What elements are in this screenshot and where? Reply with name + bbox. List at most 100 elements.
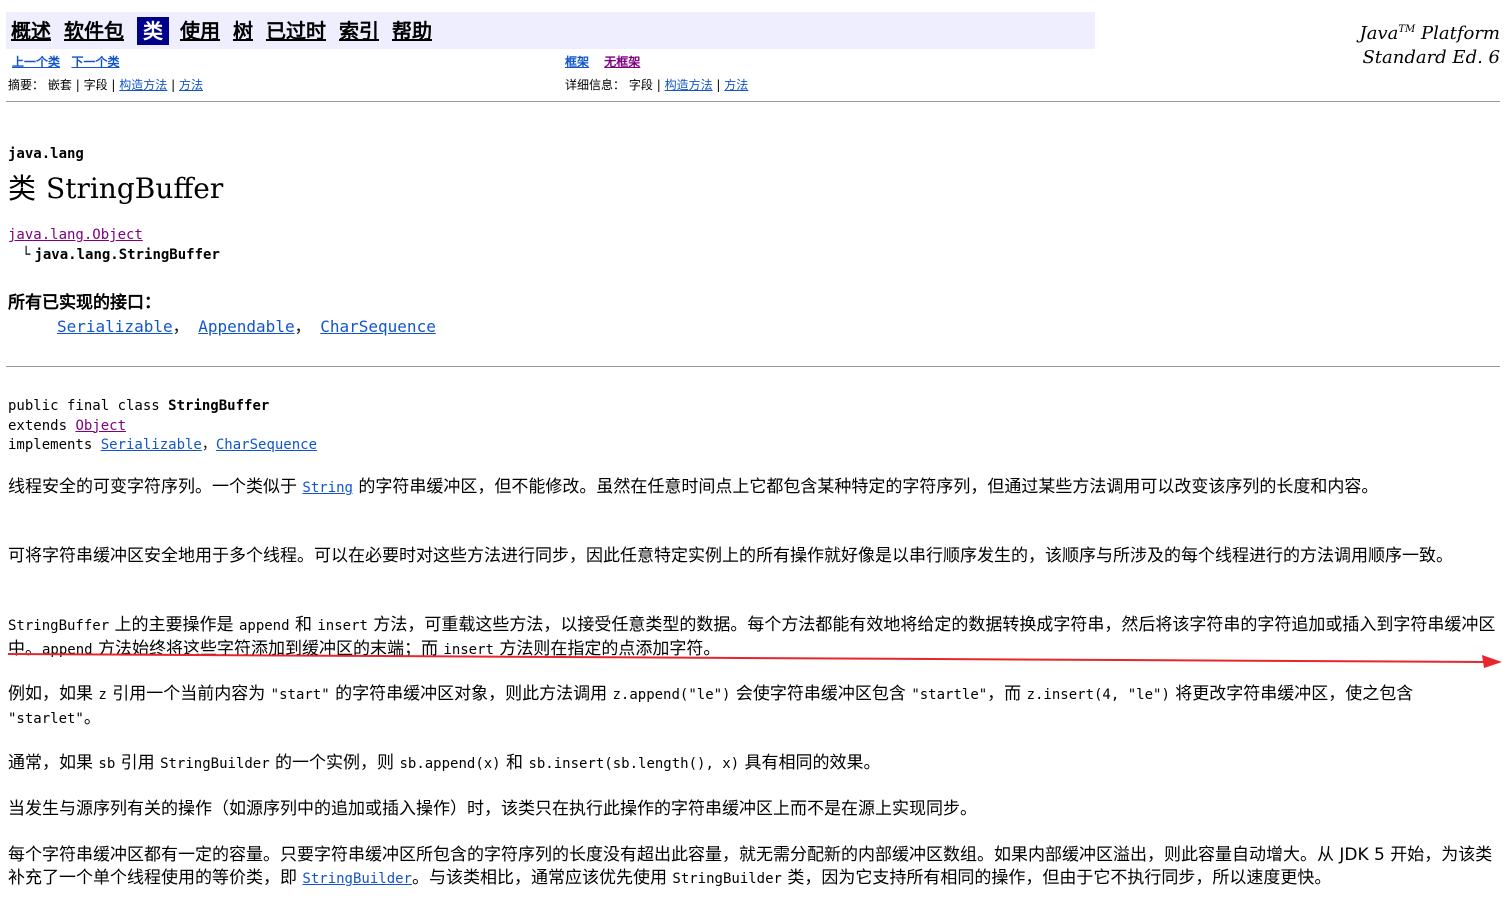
separator: | <box>75 78 80 92</box>
text: 会使字符串缓冲区包含 <box>730 684 912 704</box>
divider-top <box>6 101 1500 102</box>
charsequence-link[interactable]: CharSequence <box>320 317 436 336</box>
sig-implements: implements <box>8 437 101 453</box>
code: StringBuilder <box>672 871 782 887</box>
appendable-link[interactable]: Appendable <box>198 317 294 336</box>
text: 引用一个当前内容为 <box>106 684 271 704</box>
trademark: TM <box>1398 24 1416 35</box>
code: append <box>238 618 290 634</box>
detail-label: 详细信息： <box>565 78 626 92</box>
page-title: 类 StringBuffer <box>8 167 223 207</box>
text: ，而 <box>987 684 1027 704</box>
separator: | <box>716 78 721 92</box>
sig-class-name: StringBuffer <box>168 398 270 414</box>
frames-link[interactable]: 框架 <box>565 55 589 69</box>
summary-nested: 嵌套 <box>47 78 72 92</box>
nav-package[interactable]: 软件包 <box>64 17 124 45</box>
detail-field: 字段 <box>628 78 653 92</box>
text: 具有相同的效果。 <box>739 753 881 773</box>
sig-modifiers: public final class <box>8 398 169 414</box>
code: z.append("le") <box>612 687 731 703</box>
description-paragraph-2: 可将字符串缓冲区安全地用于多个线程。可以在必要时对这些方法进行同步，因此任意特定… <box>8 546 1453 566</box>
code: insert <box>317 618 368 634</box>
summary-field: 字段 <box>83 78 108 92</box>
text: 线程安全的可变字符序列。一个类似于 <box>8 477 303 497</box>
code: sb.insert(sb.length(), x) <box>528 756 740 772</box>
code: sb.append(x) <box>399 756 501 772</box>
text: 。与该类相比，通常应该优先使用 <box>411 868 673 888</box>
summary-nav: 摘要： 嵌套 | 字段 | 构造方法 | 方法 <box>8 76 203 93</box>
summary-constructor-link[interactable]: 构造方法 <box>119 78 167 92</box>
text: 的字符串缓冲区，但不能修改。虽然在任意时间点上它都包含某种特定的字符序列，但通过… <box>352 477 1379 497</box>
stringbuilder-link[interactable]: StringBuilder <box>302 871 412 887</box>
hierarchy-parent: java.lang.Object <box>8 227 143 243</box>
prev-class-link[interactable]: 上一个类 <box>12 55 60 69</box>
frames-nav: 框架 无框架 <box>565 53 640 70</box>
tree-corner-icon: └ <box>22 247 31 263</box>
no-frames-link[interactable]: 无框架 <box>604 55 640 69</box>
text: 和 <box>289 615 318 635</box>
red-arrow-annotation <box>8 653 1502 668</box>
text: 通常，如果 <box>8 753 99 773</box>
hierarchy-child: └ java.lang.StringBuffer <box>22 247 220 263</box>
code: "starlet" <box>8 711 84 727</box>
object-class-link[interactable]: java.lang.Object <box>8 227 143 243</box>
string-class-link[interactable]: String <box>302 480 353 496</box>
detail-constructor-link[interactable]: 构造方法 <box>665 78 713 92</box>
nav-use[interactable]: 使用 <box>180 17 220 45</box>
description-paragraph-6: 当发生与源序列有关的操作（如源序列中的追加或插入操作）时，该类只在执行此操作的字… <box>8 799 977 819</box>
separator: | <box>171 78 176 92</box>
sig-charsequence-link[interactable]: CharSequence <box>216 437 317 453</box>
separator: | <box>111 78 116 92</box>
text: 上的主要操作是 <box>109 615 239 635</box>
text: 例如，如果 <box>8 684 99 704</box>
separator: | <box>656 78 661 92</box>
nav-help[interactable]: 帮助 <box>392 17 432 45</box>
platform-java: Java <box>1359 23 1399 44</box>
description-paragraph-5: 通常，如果 sb 引用 StringBuilder 的一个实例，则 sb.app… <box>8 752 1498 776</box>
package-name: java.lang <box>8 146 84 162</box>
text: 的字符串缓冲区对象，则此方法调用 <box>329 684 613 704</box>
text: 引用 <box>115 753 161 773</box>
summary-label: 摘要： <box>8 78 45 92</box>
interfaces-heading: 所有已实现的接口： <box>8 293 161 313</box>
class-nav: 上一个类 下一个类 <box>12 53 119 70</box>
hierarchy-child-name: java.lang.StringBuffer <box>34 247 220 263</box>
code: "startle" <box>911 687 988 703</box>
platform-label: JavaTM Platform Standard Ed. 6 <box>1240 18 1500 70</box>
nav-overview[interactable]: 概述 <box>11 17 51 45</box>
nav-index[interactable]: 索引 <box>339 17 379 45</box>
code: "start" <box>270 687 330 703</box>
nav-class-current: 类 <box>137 17 169 45</box>
platform-edition: Standard Ed. 6 <box>1362 47 1500 68</box>
class-signature: public final class StringBuffer extends … <box>8 397 317 456</box>
code: z <box>98 687 107 703</box>
description-paragraph-4: 例如，如果 z 引用一个当前内容为 "start" 的字符串缓冲区对象，则此方法… <box>8 683 1498 731</box>
description-paragraph-1: 线程安全的可变字符序列。一个类似于 String 的字符串缓冲区，但不能修改。虽… <box>8 476 1498 500</box>
description-paragraph-7: 每个字符串缓冲区都有一定的容量。只要字符串缓冲区所包含的字符序列的长度没有超出此… <box>8 844 1498 891</box>
serializable-link[interactable]: Serializable <box>57 317 173 336</box>
text: 。 <box>83 708 101 728</box>
text: 的一个实例，则 <box>269 753 400 773</box>
top-nav-bar: 概述 软件包 类 使用 树 已过时 索引 帮助 <box>6 12 1095 49</box>
class-keyword: 类 <box>8 172 37 205</box>
class-name: StringBuffer <box>46 172 224 205</box>
sig-serializable-link[interactable]: Serializable <box>101 437 202 453</box>
text: 将更改字符串缓冲区，使之包含 <box>1169 684 1414 704</box>
nav-tree[interactable]: 树 <box>233 17 253 45</box>
summary-method-link[interactable]: 方法 <box>179 78 203 92</box>
detail-method-link[interactable]: 方法 <box>724 78 748 92</box>
detail-nav: 详细信息： 字段 | 构造方法 | 方法 <box>565 76 748 93</box>
separator: ， <box>172 317 189 336</box>
code: StringBuilder <box>160 756 270 772</box>
nav-deprecated[interactable]: 已过时 <box>266 17 326 45</box>
interfaces-list: Serializable， Appendable， CharSequence <box>57 313 436 337</box>
text: 和 <box>500 753 529 773</box>
text: 类，因为它支持所有相同的操作，但由于它不执行同步，所以速度更快。 <box>781 868 1332 888</box>
separator: ， <box>294 317 311 336</box>
next-class-link[interactable]: 下一个类 <box>71 55 119 69</box>
sig-object-link[interactable]: Object <box>75 418 126 434</box>
separator: ， <box>201 437 216 453</box>
sig-extends: extends <box>8 417 76 434</box>
code: z.insert(4, "le") <box>1026 687 1170 703</box>
